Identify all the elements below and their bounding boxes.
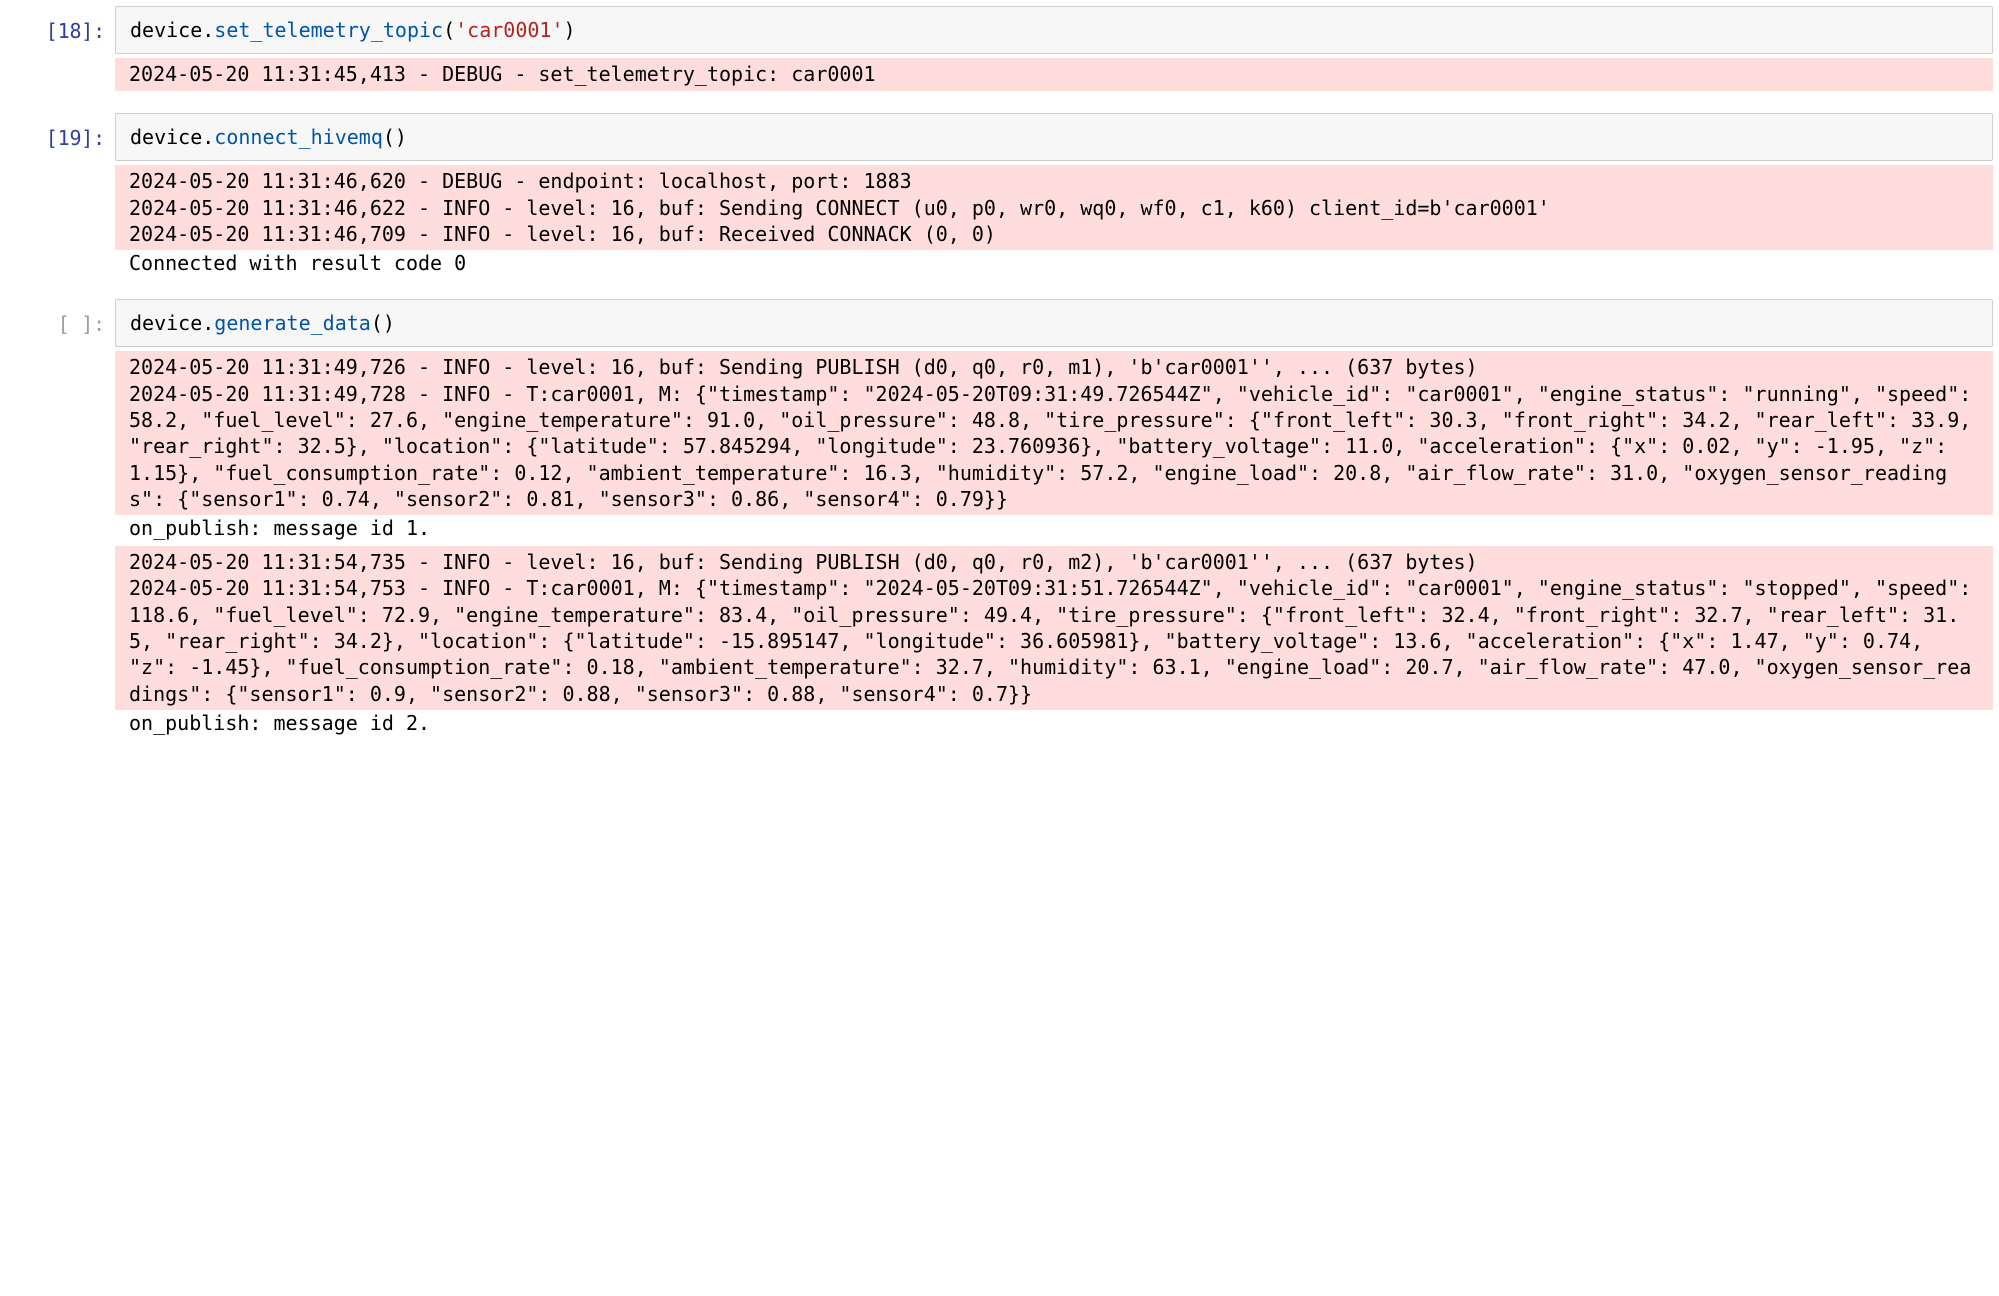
code-cell: [18]:device.set_telemetry_topic('car0001… <box>0 6 1999 54</box>
stderr-output: 2024-05-20 11:31:46,620 - DEBUG - endpoi… <box>115 165 1993 250</box>
paren-open: ( <box>383 125 395 149</box>
stdout-output: Connected with result code 0 <box>115 250 1993 276</box>
input-prompt: [19]: <box>0 113 115 151</box>
paren-close: ) <box>395 125 407 149</box>
code-method: set_telemetry_topic <box>214 18 443 42</box>
code-string-arg: 'car0001' <box>455 18 563 42</box>
input-prompt: [18]: <box>0 6 115 44</box>
code-cell: [ ]:device.generate_data() <box>0 299 1999 347</box>
notebook-root: [18]:device.set_telemetry_topic('car0001… <box>0 6 1999 747</box>
stdout-output: on_publish: message id 1. <box>115 515 1993 541</box>
code-object: device. <box>130 311 214 335</box>
input-prompt: [ ]: <box>0 299 115 337</box>
code-object: device. <box>130 18 214 42</box>
code-input[interactable]: device.connect_hivemq() <box>115 113 1993 161</box>
paren-open: ( <box>443 18 455 42</box>
code-object: device. <box>130 125 214 149</box>
stdout-output: on_publish: message id 2. <box>115 710 1993 736</box>
paren-open: ( <box>371 311 383 335</box>
stderr-output: 2024-05-20 11:31:49,726 - INFO - level: … <box>115 351 1993 515</box>
stderr-output: 2024-05-20 11:31:54,735 - INFO - level: … <box>115 546 1993 710</box>
paren-close: ) <box>383 311 395 335</box>
code-cell: [19]:device.connect_hivemq() <box>0 113 1999 161</box>
code-method: generate_data <box>214 311 371 335</box>
paren-close: ) <box>564 18 576 42</box>
code-input[interactable]: device.generate_data() <box>115 299 1993 347</box>
code-method: connect_hivemq <box>214 125 383 149</box>
code-input[interactable]: device.set_telemetry_topic('car0001') <box>115 6 1993 54</box>
stderr-output: 2024-05-20 11:31:45,413 - DEBUG - set_te… <box>115 58 1993 90</box>
